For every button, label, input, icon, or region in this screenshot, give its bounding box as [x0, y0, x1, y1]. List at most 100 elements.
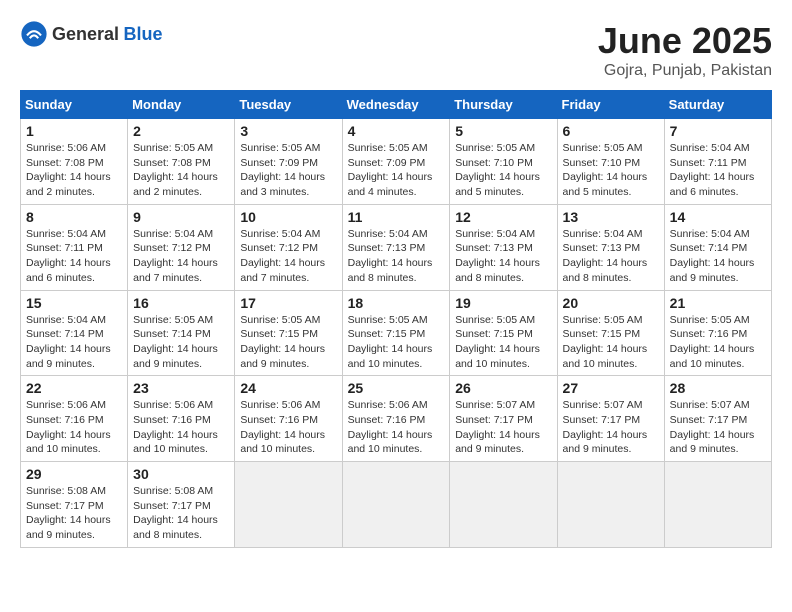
day-info: Sunrise: 5:06 AMSunset: 7:16 PMDaylight:… [240, 398, 336, 457]
header: General Blue June 2025 Gojra, Punjab, Pa… [20, 20, 772, 80]
day-number: 19 [455, 295, 551, 311]
table-row: 29 Sunrise: 5:08 AMSunset: 7:17 PMDaylig… [21, 462, 772, 548]
day-number: 22 [26, 380, 122, 396]
day-number: 2 [133, 123, 229, 139]
day-info: Sunrise: 5:05 AMSunset: 7:08 PMDaylight:… [133, 141, 229, 200]
header-monday: Monday [128, 91, 235, 119]
day-info: Sunrise: 5:05 AMSunset: 7:10 PMDaylight:… [455, 141, 551, 200]
day-info: Sunrise: 5:04 AMSunset: 7:11 PMDaylight:… [670, 141, 766, 200]
day-info: Sunrise: 5:05 AMSunset: 7:09 PMDaylight:… [348, 141, 445, 200]
day-number: 24 [240, 380, 336, 396]
month-title: June 2025 [598, 20, 772, 62]
logo-icon [20, 20, 48, 48]
day-22: 22 Sunrise: 5:06 AMSunset: 7:16 PMDaylig… [21, 376, 128, 462]
day-number: 5 [455, 123, 551, 139]
day-3: 3 Sunrise: 5:05 AMSunset: 7:09 PMDayligh… [235, 119, 342, 205]
day-12: 12 Sunrise: 5:04 AMSunset: 7:13 PMDaylig… [450, 204, 557, 290]
day-23: 23 Sunrise: 5:06 AMSunset: 7:16 PMDaylig… [128, 376, 235, 462]
day-info: Sunrise: 5:04 AMSunset: 7:12 PMDaylight:… [240, 227, 336, 286]
day-7: 7 Sunrise: 5:04 AMSunset: 7:11 PMDayligh… [664, 119, 771, 205]
day-15: 15 Sunrise: 5:04 AMSunset: 7:14 PMDaylig… [21, 290, 128, 376]
day-info: Sunrise: 5:06 AMSunset: 7:16 PMDaylight:… [26, 398, 122, 457]
empty-cell [342, 462, 450, 548]
day-number: 15 [26, 295, 122, 311]
day-number: 3 [240, 123, 336, 139]
day-number: 4 [348, 123, 445, 139]
day-info: Sunrise: 5:04 AMSunset: 7:14 PMDaylight:… [670, 227, 766, 286]
header-thursday: Thursday [450, 91, 557, 119]
day-number: 1 [26, 123, 122, 139]
day-info: Sunrise: 5:05 AMSunset: 7:15 PMDaylight:… [455, 313, 551, 372]
table-row: 1 Sunrise: 5:06 AMSunset: 7:08 PMDayligh… [21, 119, 772, 205]
table-row: 22 Sunrise: 5:06 AMSunset: 7:16 PMDaylig… [21, 376, 772, 462]
day-number: 25 [348, 380, 445, 396]
day-number: 11 [348, 209, 445, 225]
day-14: 14 Sunrise: 5:04 AMSunset: 7:14 PMDaylig… [664, 204, 771, 290]
day-number: 30 [133, 466, 229, 482]
day-number: 21 [670, 295, 766, 311]
day-number: 8 [26, 209, 122, 225]
empty-cell [235, 462, 342, 548]
day-11: 11 Sunrise: 5:04 AMSunset: 7:13 PMDaylig… [342, 204, 450, 290]
day-13: 13 Sunrise: 5:04 AMSunset: 7:13 PMDaylig… [557, 204, 664, 290]
empty-cell [664, 462, 771, 548]
weekday-header-row: Sunday Monday Tuesday Wednesday Thursday… [21, 91, 772, 119]
day-24: 24 Sunrise: 5:06 AMSunset: 7:16 PMDaylig… [235, 376, 342, 462]
day-20: 20 Sunrise: 5:05 AMSunset: 7:15 PMDaylig… [557, 290, 664, 376]
logo: General Blue [20, 20, 163, 48]
day-6: 6 Sunrise: 5:05 AMSunset: 7:10 PMDayligh… [557, 119, 664, 205]
day-info: Sunrise: 5:04 AMSunset: 7:14 PMDaylight:… [26, 313, 122, 372]
day-8: 8 Sunrise: 5:04 AMSunset: 7:11 PMDayligh… [21, 204, 128, 290]
day-number: 13 [563, 209, 659, 225]
day-info: Sunrise: 5:07 AMSunset: 7:17 PMDaylight:… [455, 398, 551, 457]
day-info: Sunrise: 5:06 AMSunset: 7:16 PMDaylight:… [133, 398, 229, 457]
day-info: Sunrise: 5:05 AMSunset: 7:09 PMDaylight:… [240, 141, 336, 200]
header-tuesday: Tuesday [235, 91, 342, 119]
day-info: Sunrise: 5:06 AMSunset: 7:08 PMDaylight:… [26, 141, 122, 200]
day-16: 16 Sunrise: 5:05 AMSunset: 7:14 PMDaylig… [128, 290, 235, 376]
day-info: Sunrise: 5:05 AMSunset: 7:15 PMDaylight:… [240, 313, 336, 372]
day-30: 30 Sunrise: 5:08 AMSunset: 7:17 PMDaylig… [128, 462, 235, 548]
table-row: 15 Sunrise: 5:04 AMSunset: 7:14 PMDaylig… [21, 290, 772, 376]
logo-blue-text: Blue [124, 24, 163, 44]
day-25: 25 Sunrise: 5:06 AMSunset: 7:16 PMDaylig… [342, 376, 450, 462]
day-27: 27 Sunrise: 5:07 AMSunset: 7:17 PMDaylig… [557, 376, 664, 462]
day-19: 19 Sunrise: 5:05 AMSunset: 7:15 PMDaylig… [450, 290, 557, 376]
day-number: 14 [670, 209, 766, 225]
day-29: 29 Sunrise: 5:08 AMSunset: 7:17 PMDaylig… [21, 462, 128, 548]
day-28: 28 Sunrise: 5:07 AMSunset: 7:17 PMDaylig… [664, 376, 771, 462]
day-info: Sunrise: 5:06 AMSunset: 7:16 PMDaylight:… [348, 398, 445, 457]
logo-general-text: General [52, 24, 119, 44]
day-info: Sunrise: 5:07 AMSunset: 7:17 PMDaylight:… [563, 398, 659, 457]
day-5: 5 Sunrise: 5:05 AMSunset: 7:10 PMDayligh… [450, 119, 557, 205]
day-info: Sunrise: 5:04 AMSunset: 7:13 PMDaylight:… [348, 227, 445, 286]
calendar-table: Sunday Monday Tuesday Wednesday Thursday… [20, 90, 772, 548]
day-21: 21 Sunrise: 5:05 AMSunset: 7:16 PMDaylig… [664, 290, 771, 376]
day-number: 16 [133, 295, 229, 311]
header-sunday: Sunday [21, 91, 128, 119]
day-10: 10 Sunrise: 5:04 AMSunset: 7:12 PMDaylig… [235, 204, 342, 290]
header-wednesday: Wednesday [342, 91, 450, 119]
day-info: Sunrise: 5:04 AMSunset: 7:13 PMDaylight:… [455, 227, 551, 286]
day-info: Sunrise: 5:04 AMSunset: 7:12 PMDaylight:… [133, 227, 229, 286]
empty-cell [557, 462, 664, 548]
table-row: 8 Sunrise: 5:04 AMSunset: 7:11 PMDayligh… [21, 204, 772, 290]
page-container: General Blue June 2025 Gojra, Punjab, Pa… [20, 20, 772, 548]
header-saturday: Saturday [664, 91, 771, 119]
day-info: Sunrise: 5:05 AMSunset: 7:15 PMDaylight:… [563, 313, 659, 372]
day-number: 26 [455, 380, 551, 396]
day-26: 26 Sunrise: 5:07 AMSunset: 7:17 PMDaylig… [450, 376, 557, 462]
title-section: June 2025 Gojra, Punjab, Pakistan [598, 20, 772, 80]
day-number: 7 [670, 123, 766, 139]
day-number: 18 [348, 295, 445, 311]
day-info: Sunrise: 5:08 AMSunset: 7:17 PMDaylight:… [26, 484, 122, 543]
day-number: 23 [133, 380, 229, 396]
day-18: 18 Sunrise: 5:05 AMSunset: 7:15 PMDaylig… [342, 290, 450, 376]
day-info: Sunrise: 5:05 AMSunset: 7:14 PMDaylight:… [133, 313, 229, 372]
day-17: 17 Sunrise: 5:05 AMSunset: 7:15 PMDaylig… [235, 290, 342, 376]
day-info: Sunrise: 5:04 AMSunset: 7:13 PMDaylight:… [563, 227, 659, 286]
day-number: 20 [563, 295, 659, 311]
day-1: 1 Sunrise: 5:06 AMSunset: 7:08 PMDayligh… [21, 119, 128, 205]
empty-cell [450, 462, 557, 548]
day-2: 2 Sunrise: 5:05 AMSunset: 7:08 PMDayligh… [128, 119, 235, 205]
